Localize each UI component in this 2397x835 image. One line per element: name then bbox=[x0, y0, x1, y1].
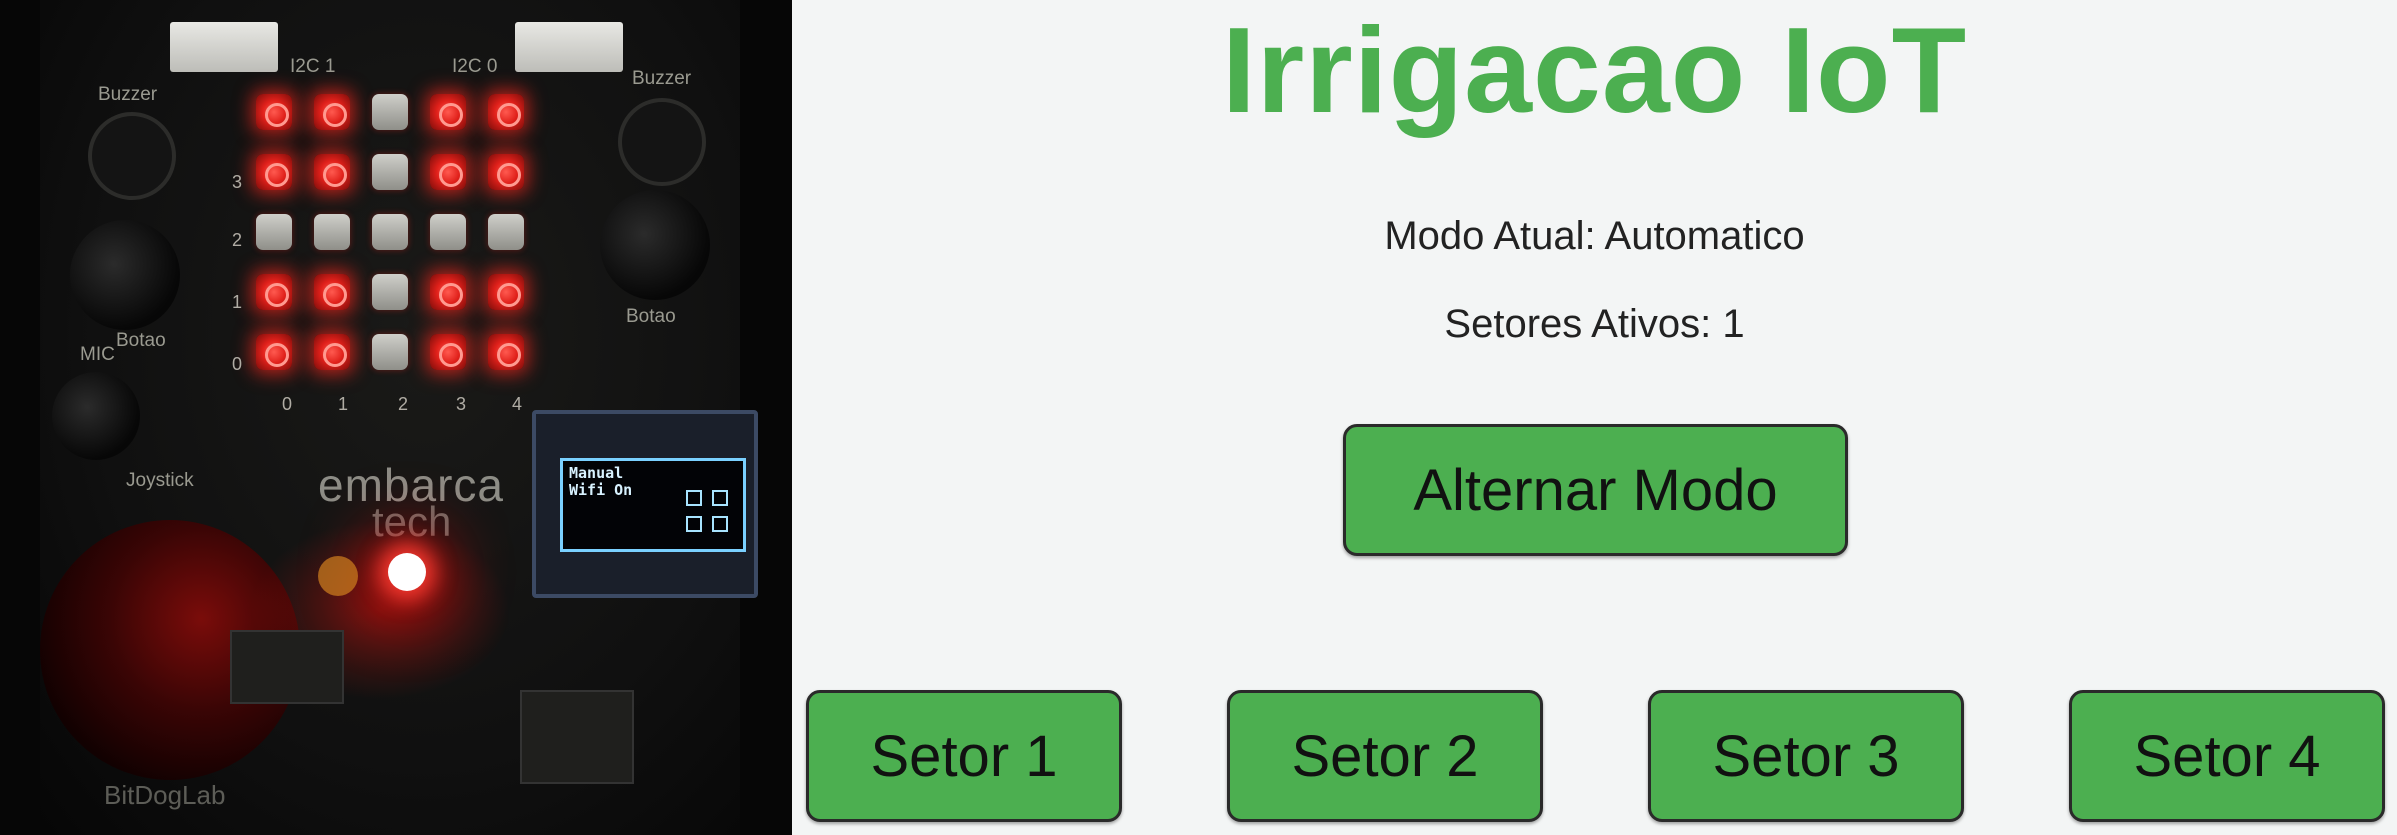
rgb-led bbox=[388, 553, 426, 591]
button-a bbox=[70, 220, 180, 330]
page-title: Irrigacao IoT bbox=[1221, 2, 1968, 138]
buzzer-right-label: Buzzer bbox=[632, 68, 692, 89]
active-sectors-value: 1 bbox=[1722, 302, 1745, 346]
microphone bbox=[52, 372, 140, 460]
row-label: 0 bbox=[232, 354, 243, 374]
active-sectors-label: Setores Ativos: bbox=[1444, 302, 1712, 346]
buzzer-right bbox=[618, 98, 706, 186]
board-photo: I2C 1 I2C 0 Buzzer Buzzer Botao Botao MI… bbox=[0, 0, 792, 835]
col-label: 1 bbox=[338, 394, 349, 414]
led-off bbox=[372, 334, 408, 370]
led-on bbox=[430, 154, 466, 190]
row-label: 3 bbox=[232, 172, 243, 192]
active-sectors-status: Setores Ativos: 1 bbox=[792, 302, 2397, 347]
led-on bbox=[314, 154, 350, 190]
botao-right-label: Botao bbox=[626, 306, 676, 327]
led-on bbox=[488, 334, 524, 370]
led-off bbox=[256, 214, 292, 250]
led-on bbox=[488, 94, 524, 130]
led-on bbox=[314, 274, 350, 310]
col-label: 0 bbox=[282, 394, 293, 414]
sector-1-button[interactable]: Setor 1 bbox=[806, 690, 1122, 822]
sector-2-button[interactable]: Setor 2 bbox=[1227, 690, 1543, 822]
led-on bbox=[488, 274, 524, 310]
led-on bbox=[256, 274, 292, 310]
sector-3-button[interactable]: Setor 3 bbox=[1648, 690, 1964, 822]
mic-label: MIC bbox=[80, 344, 115, 365]
i2c0-connector bbox=[515, 22, 623, 72]
buzzer-left-label: Buzzer bbox=[98, 84, 158, 105]
joystick-label: Joystick bbox=[126, 470, 194, 491]
col-label: 4 bbox=[512, 394, 523, 414]
i2c1-connector bbox=[170, 22, 278, 72]
led-on bbox=[430, 274, 466, 310]
oled-square-icon bbox=[686, 490, 702, 506]
led-on bbox=[314, 334, 350, 370]
ic-chip bbox=[230, 630, 344, 704]
led-off bbox=[372, 274, 408, 310]
i2c1-label: I2C 1 bbox=[290, 56, 336, 77]
row-label: 1 bbox=[232, 292, 243, 312]
ic-chip bbox=[520, 690, 634, 784]
oled-square-icon bbox=[686, 516, 702, 532]
mode-value: Automatico bbox=[1604, 214, 1805, 258]
led-on bbox=[314, 94, 350, 130]
board-name: BitDogLab bbox=[104, 780, 226, 810]
button-b bbox=[600, 190, 710, 300]
toggle-mode-button[interactable]: Alternar Modo bbox=[1343, 424, 1848, 556]
led-on bbox=[256, 94, 292, 130]
led-off bbox=[488, 214, 524, 250]
col-label: 3 bbox=[456, 394, 467, 414]
led-on bbox=[488, 154, 524, 190]
oled-line: Manual bbox=[569, 464, 624, 482]
i2c0-label: I2C 0 bbox=[452, 56, 498, 77]
amber-led bbox=[318, 556, 358, 596]
row-label: 2 bbox=[232, 230, 243, 250]
led-on bbox=[256, 154, 292, 190]
oled-square-icon bbox=[712, 516, 728, 532]
led-off bbox=[314, 214, 350, 250]
mode-label: Modo Atual: bbox=[1384, 214, 1596, 258]
oled-square-icon bbox=[712, 490, 728, 506]
led-off bbox=[372, 94, 408, 130]
led-on bbox=[430, 334, 466, 370]
led-off bbox=[372, 214, 408, 250]
led-off bbox=[372, 154, 408, 190]
led-off bbox=[430, 214, 466, 250]
led-on bbox=[256, 334, 292, 370]
led-on bbox=[430, 94, 466, 130]
sector-4-button[interactable]: Setor 4 bbox=[2069, 690, 2385, 822]
buzzer-left bbox=[88, 112, 176, 200]
col-label: 2 bbox=[398, 394, 409, 414]
botao-left-label: Botao bbox=[116, 330, 166, 351]
mode-status: Modo Atual: Automatico bbox=[792, 214, 2397, 259]
